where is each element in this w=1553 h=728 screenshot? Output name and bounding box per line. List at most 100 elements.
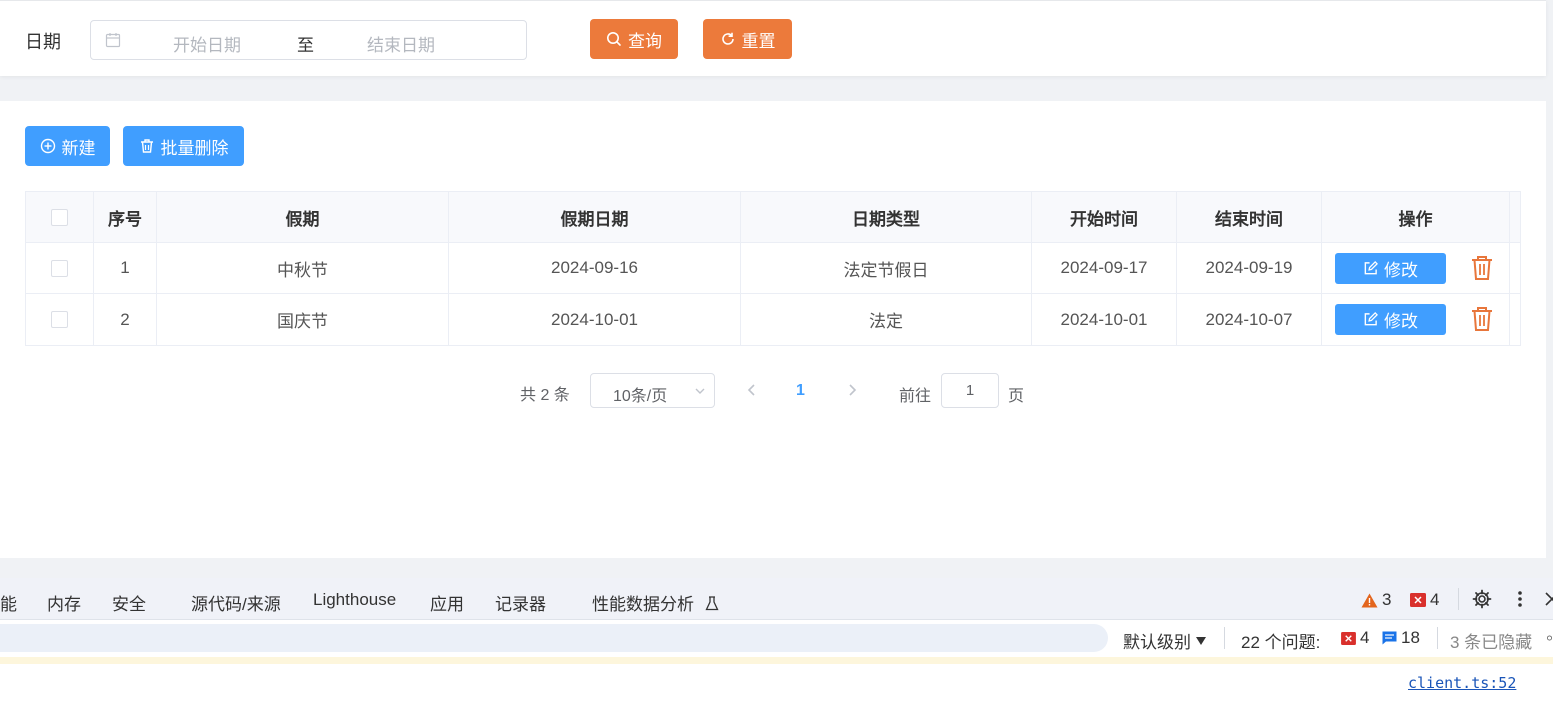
cell-holiday: 中秋节 [157, 243, 449, 293]
tab-performance-insights[interactable]: 性能数据分析 [592, 590, 719, 615]
cell-end-time: 2024-10-07 [1177, 294, 1322, 345]
error-count: 4 [1430, 590, 1440, 609]
cell-date-type: 法定 [741, 294, 1032, 345]
error-icon [1410, 593, 1426, 607]
batch-delete-button[interactable]: 批量删除 [123, 126, 244, 166]
devtools-tab-bar: 能 内存 安全 源代码/来源 Lighthouse 应用 记录器 性能数据分析 … [0, 578, 1553, 620]
search-icon [607, 32, 621, 46]
date-range-picker[interactable]: 开始日期 至 结束日期 [90, 20, 527, 60]
refresh-icon [721, 32, 734, 45]
header-date-type: 日期类型 [741, 192, 1032, 242]
tab-recorder[interactable]: 记录器 [495, 590, 546, 615]
gear-icon[interactable] [1546, 628, 1553, 648]
divider [1437, 627, 1438, 649]
edit-label: 修改 [1384, 312, 1418, 331]
issues-error-counter[interactable]: 4 [1341, 628, 1369, 648]
tab-lighthouse[interactable]: Lighthouse [313, 590, 396, 610]
log-level-select[interactable]: 默认级别 [1123, 628, 1207, 653]
more-vertical-icon[interactable] [1516, 590, 1524, 608]
calendar-icon [105, 33, 121, 48]
warning-counter[interactable]: 3 [1361, 590, 1391, 610]
header-start-time: 开始时间 [1032, 192, 1177, 242]
cell-index: 2 [94, 294, 157, 345]
divider [1458, 588, 1459, 610]
table-header-row: 序号 假期 假期日期 日期类型 开始时间 结束时间 操作 [26, 192, 1520, 243]
delete-icon[interactable] [1470, 255, 1494, 281]
tab-security[interactable]: 安全 [112, 590, 146, 615]
cell-actions: 修改 [1322, 243, 1510, 293]
gear-icon[interactable] [1472, 589, 1492, 609]
console-filter-input[interactable] [0, 624, 1108, 652]
cell-index: 1 [94, 243, 157, 293]
cell-actions: 修改 [1322, 294, 1510, 345]
new-button[interactable]: 新建 [25, 126, 110, 166]
batch-delete-label: 批量删除 [160, 138, 229, 158]
cell-date-type: 法定节假日 [741, 243, 1032, 293]
error-counter[interactable]: 4 [1410, 590, 1439, 610]
query-button[interactable]: 查询 [590, 19, 678, 59]
cell-holiday: 国庆节 [157, 294, 449, 345]
tab-performance[interactable]: 能 [0, 590, 17, 615]
issues-error-count: 4 [1360, 628, 1370, 647]
start-date-input[interactable]: 开始日期 [173, 31, 241, 56]
query-label: 查询 [628, 31, 662, 51]
header-actions: 操作 [1322, 192, 1510, 242]
pagination-total: 共 2 条 [520, 387, 570, 404]
select-all-checkbox[interactable] [51, 208, 68, 226]
tab-application[interactable]: 应用 [430, 590, 464, 615]
prev-page-icon[interactable] [745, 383, 759, 397]
header-end-time: 结束时间 [1177, 192, 1322, 242]
trash-icon [140, 139, 153, 153]
console-filter-bar: 默认级别 22 个问题: 4 18 3 条已隐藏 [0, 620, 1553, 656]
issues-label[interactable]: 22 个问题: [1241, 628, 1320, 653]
header-gutter [1510, 192, 1521, 242]
next-page-icon[interactable] [845, 383, 859, 397]
header-holiday-date: 假期日期 [449, 192, 741, 242]
pagination: 共 2 条 10条/页 1 前往 1 页 [0, 373, 1553, 408]
reset-label: 重置 [741, 31, 776, 51]
header-holiday: 假期 [157, 192, 449, 242]
row-gutter [1510, 243, 1521, 293]
end-date-input[interactable]: 结束日期 [367, 31, 435, 56]
message-icon [1382, 631, 1397, 645]
page-size-select[interactable]: 10条/页 [590, 373, 715, 408]
issues-info-counter[interactable]: 18 [1382, 628, 1420, 648]
page-number-current[interactable]: 1 [796, 382, 805, 400]
cell-start-time: 2024-09-17 [1032, 243, 1177, 293]
close-icon[interactable] [1545, 592, 1553, 606]
devtools-panel: 能 内存 安全 源代码/来源 Lighthouse 应用 记录器 性能数据分析 … [0, 578, 1553, 728]
delete-icon[interactable] [1470, 306, 1494, 332]
chevron-down-icon [695, 388, 705, 394]
divider [1224, 627, 1225, 649]
page-suffix: 页 [1008, 388, 1025, 405]
edit-button[interactable]: 修改 [1335, 253, 1446, 284]
warning-icon [1361, 593, 1378, 607]
issues-info-count: 18 [1401, 628, 1420, 647]
row-select-cell [26, 294, 94, 345]
source-link[interactable]: client.ts:52 [1408, 674, 1516, 692]
cell-start-time: 2024-10-01 [1032, 294, 1177, 345]
tab-memory[interactable]: 内存 [47, 590, 81, 615]
cell-end-time: 2024-09-19 [1177, 243, 1322, 293]
row-checkbox[interactable] [51, 311, 68, 328]
log-level-label: 默认级别 [1123, 633, 1191, 652]
row-gutter [1510, 294, 1521, 345]
cell-holiday-date: 2024-10-01 [449, 294, 741, 345]
reset-button[interactable]: 重置 [703, 19, 792, 59]
table-row: 2 国庆节 2024-10-01 法定 2024-10-01 2024-10-0… [26, 294, 1520, 345]
edit-icon [1364, 261, 1378, 275]
goto-page-input[interactable]: 1 [941, 373, 999, 408]
hidden-messages-label: 3 条已隐藏 [1450, 633, 1533, 652]
new-label: 新建 [61, 138, 96, 158]
select-all-cell [26, 192, 94, 242]
date-label: 日期 [25, 32, 61, 52]
row-select-cell [26, 243, 94, 293]
header-index: 序号 [94, 192, 157, 242]
page-size-value: 10条/页 [613, 388, 668, 405]
edit-button[interactable]: 修改 [1335, 304, 1446, 335]
edit-icon [1364, 312, 1378, 326]
row-checkbox[interactable] [51, 259, 68, 277]
range-separator: 至 [297, 36, 314, 55]
tab-performance-insights-label: 性能数据分析 [592, 595, 694, 614]
tab-sources[interactable]: 源代码/来源 [191, 590, 281, 615]
